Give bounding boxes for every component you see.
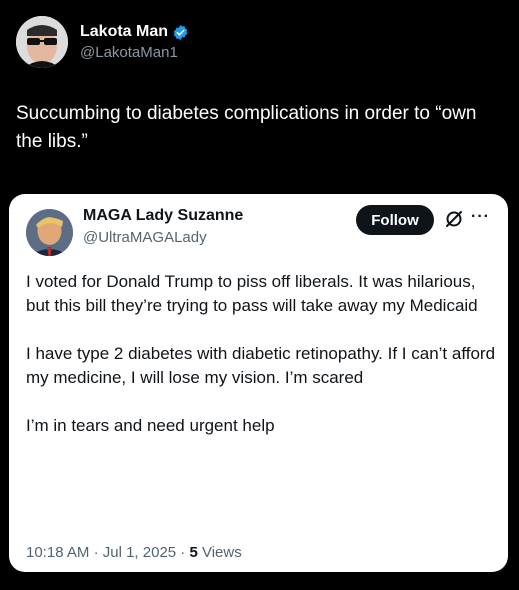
meta-separator: ·	[180, 544, 186, 561]
post-date[interactable]: Jul 1, 2025	[103, 544, 176, 561]
quoted-paragraph: I voted for Donald Trump to piss off lib…	[26, 272, 478, 315]
avatar-image	[16, 16, 68, 68]
post-metadata: 10:18 AM · Jul 1, 2025 · 5 Views	[26, 544, 242, 561]
quoted-paragraph: I’m in tears and need urgent help	[26, 416, 275, 435]
quoted-avatar-image	[26, 209, 73, 256]
quoted-post-card[interactable]: MAGA Lady Suzanne @UltraMAGALady Follow …	[9, 194, 508, 572]
author-handle[interactable]: @LakotaMan1	[80, 44, 189, 61]
quoted-post-body: I voted for Donald Trump to piss off lib…	[26, 270, 496, 438]
author-name[interactable]: Lakota Man	[80, 23, 168, 41]
views-count: 5	[189, 544, 198, 561]
more-icon[interactable]: ···	[471, 208, 490, 226]
quoted-paragraph: I have type 2 diabetes with diabetic ret…	[26, 344, 496, 387]
outer-post-header: Lakota Man @LakotaMan1	[16, 16, 189, 68]
quoted-author-handle[interactable]: @UltraMAGALady	[83, 229, 243, 246]
quoted-avatar[interactable]	[26, 209, 73, 256]
avatar[interactable]	[16, 16, 68, 68]
quoted-author-name[interactable]: MAGA Lady Suzanne	[83, 207, 243, 225]
post-time[interactable]: 10:18 AM	[26, 544, 89, 561]
views-label: Views	[201, 544, 242, 561]
verified-badge-icon	[172, 24, 189, 41]
meta-separator: ·	[93, 544, 99, 561]
grok-icon[interactable]	[444, 209, 464, 229]
follow-button[interactable]: Follow	[356, 205, 434, 235]
post-text: Succumbing to diabetes complications in …	[16, 103, 477, 152]
